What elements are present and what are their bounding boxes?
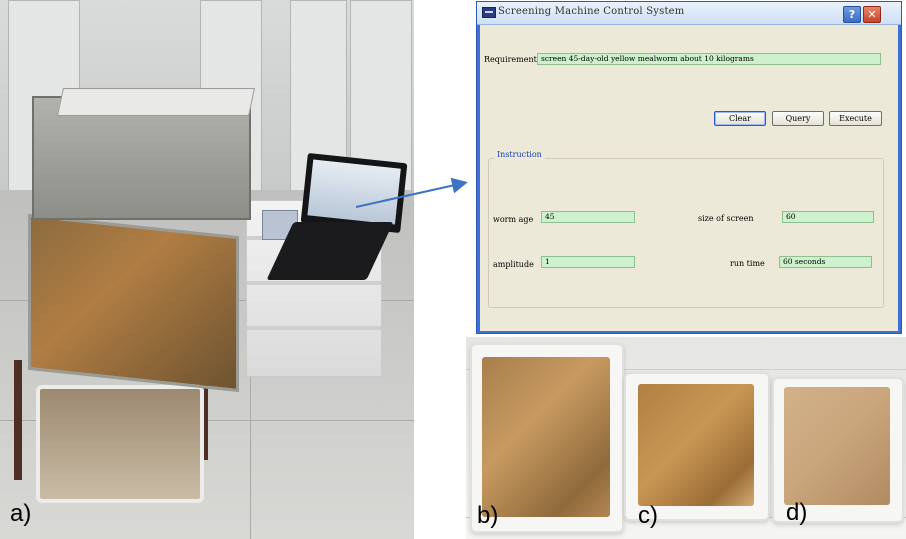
run-time-label: run time xyxy=(730,259,765,268)
photo-sorted-bins xyxy=(466,337,906,539)
help-button[interactable]: ? xyxy=(843,6,861,23)
clear-button[interactable]: Clear xyxy=(714,111,766,126)
query-button[interactable]: Query xyxy=(772,111,824,126)
requirement-label: Requirement xyxy=(484,55,537,64)
requirement-field[interactable]: screen 45-day-old yellow mealworm about … xyxy=(537,53,881,65)
control-system-dialog: Screening Machine Control System ? ✕ Req… xyxy=(476,1,902,334)
close-button[interactable]: ✕ xyxy=(863,6,881,23)
instruction-group xyxy=(488,158,884,308)
execute-button[interactable]: Execute xyxy=(829,111,882,126)
size-of-screen-field[interactable]: 60 xyxy=(782,211,874,223)
worm-age-field[interactable]: 45 xyxy=(541,211,635,223)
bin-c xyxy=(624,372,770,521)
instruction-group-title: Instruction xyxy=(494,150,545,159)
panel-label-d: d) xyxy=(786,499,808,526)
amplitude-field[interactable]: 1 xyxy=(541,256,635,268)
window-title: Screening Machine Control System xyxy=(498,6,685,17)
app-icon xyxy=(482,7,496,18)
frass-residue xyxy=(784,387,890,505)
worm-age-label: worm age xyxy=(493,215,534,224)
panel-label-b: b) xyxy=(477,502,499,529)
panel-label-c: c) xyxy=(638,502,658,529)
mealworm-mass xyxy=(482,357,610,517)
size-of-screen-label: size of screen xyxy=(698,214,754,223)
title-bar[interactable]: Screening Machine Control System ? ✕ xyxy=(477,2,901,25)
dialog-client-area: Requirement screen 45-day-old yellow mea… xyxy=(480,25,898,331)
mealworm-mass xyxy=(638,384,754,506)
run-time-field[interactable]: 60 seconds xyxy=(779,256,872,268)
amplitude-label: amplitude xyxy=(493,260,534,269)
